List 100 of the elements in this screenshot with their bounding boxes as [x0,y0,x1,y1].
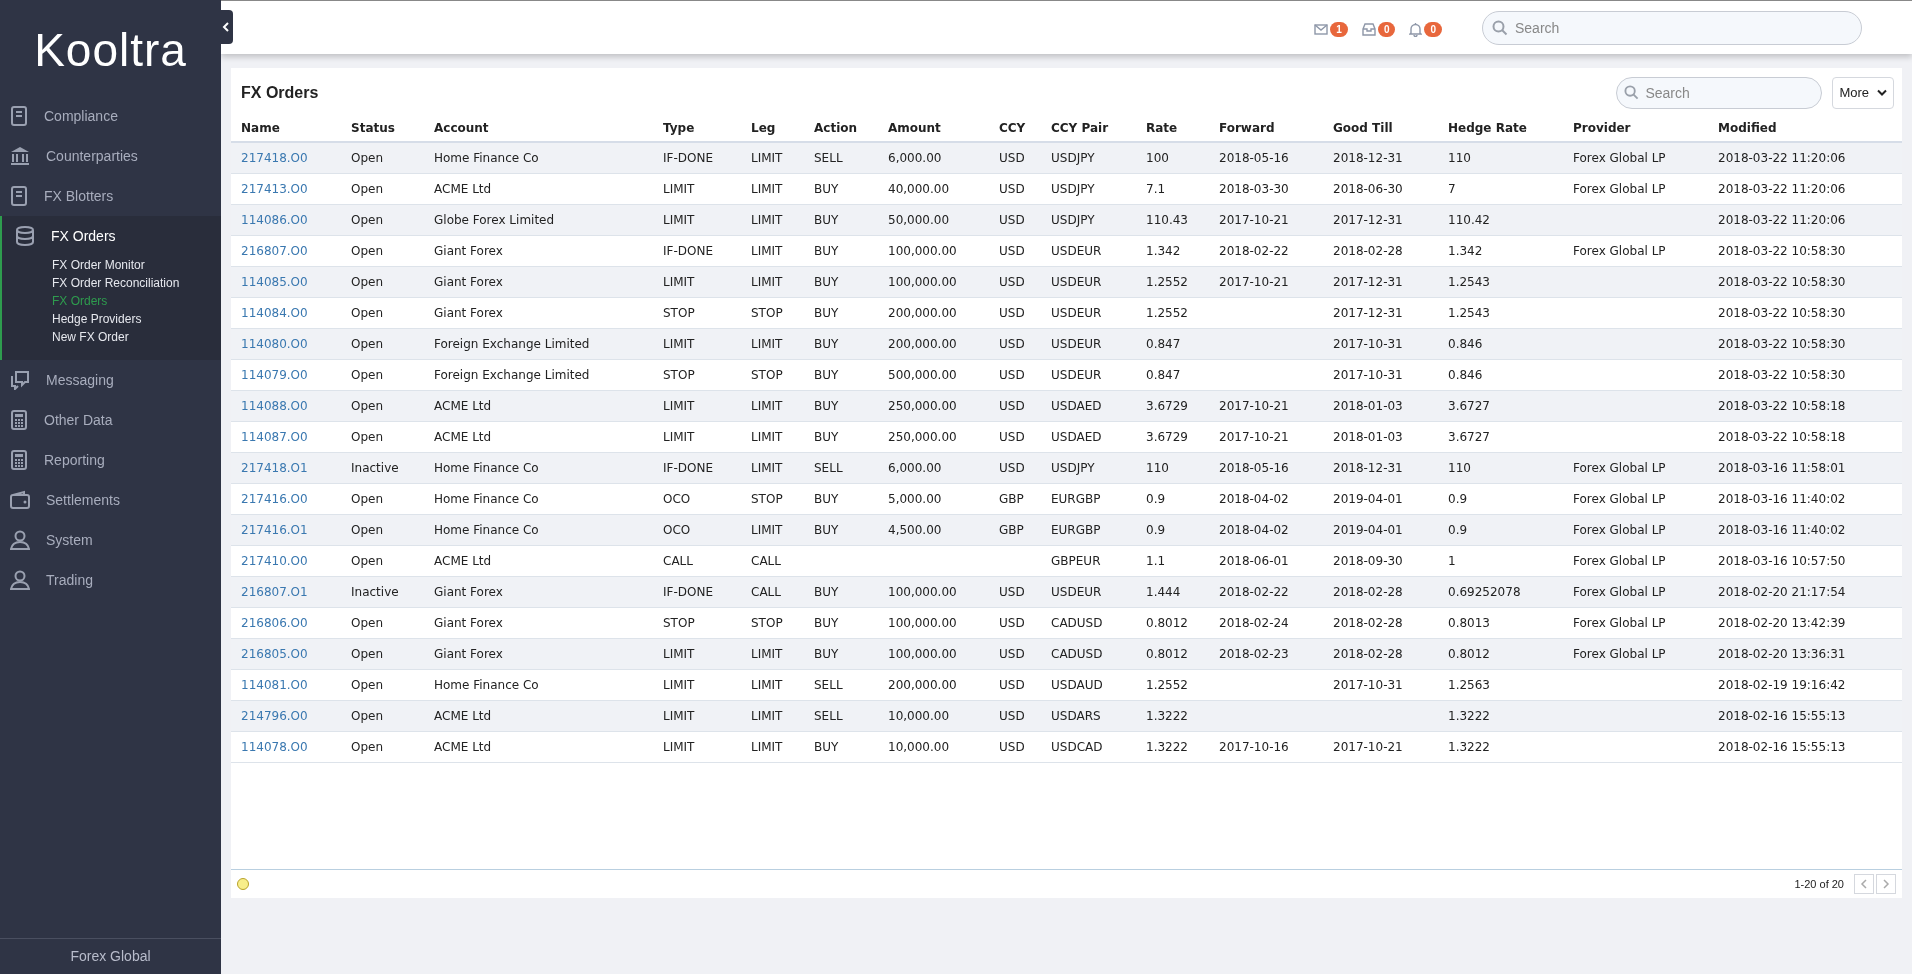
more-button[interactable]: More [1832,77,1894,109]
table-cell: USD [999,367,1025,382]
nav-item[interactable]: Compliance [0,96,221,136]
table-cell: 3.6727 [1448,429,1490,444]
nav-subitem[interactable]: Hedge Providers [52,310,142,328]
column-header[interactable]: Forward [1219,114,1333,142]
order-link[interactable]: 114080.O0 [241,336,308,351]
user-icon [10,530,30,550]
table-cell: 0.846 [1448,336,1483,351]
order-link[interactable]: 216807.O0 [241,243,308,258]
table-cell: BUY [814,522,839,537]
table-cell: GBP [999,491,1024,506]
column-header[interactable]: Account [434,114,663,142]
database-icon [15,226,35,246]
table-cell: Foreign Exchange Limited [434,336,590,351]
order-link[interactable]: 114084.O0 [241,305,308,320]
table-cell: BUY [814,336,839,351]
order-link[interactable]: 114087.O0 [241,429,308,444]
column-header[interactable]: Leg [751,114,814,142]
nav-subitem[interactable]: New FX Order [52,328,129,346]
chevron-right-icon [1882,879,1890,889]
table-cell: Open [351,212,384,227]
column-header[interactable]: Provider [1573,114,1718,142]
nav-subitem[interactable]: FX Order Reconciliation [52,274,180,292]
column-header[interactable]: Name [231,114,351,142]
nav-item[interactable]: Messaging [0,360,221,400]
column-header[interactable]: Type [663,114,751,142]
table-cell: 1.2563 [1448,677,1490,692]
nav-item[interactable]: Other Data [0,400,221,440]
column-header[interactable]: Good Till [1333,114,1448,142]
table-cell: IF-DONE [663,150,713,165]
column-header[interactable]: Hedge Rate [1448,114,1573,142]
book-icon [10,186,28,206]
order-link[interactable]: 114079.O0 [241,367,308,382]
nav-item[interactable]: Settlements [0,480,221,520]
table-cell: 2017-10-31 [1333,336,1403,351]
column-header[interactable]: Modified [1718,114,1902,142]
table-cell: LIMIT [751,708,783,723]
column-header[interactable]: Amount [888,114,999,142]
table-cell: 110 [1448,150,1471,165]
order-link[interactable]: 217410.O0 [241,553,308,568]
table-cell: 0.9 [1448,522,1468,537]
table-cell: LIMIT [751,429,783,444]
order-link[interactable]: 216806.O0 [241,615,308,630]
table-cell: GBP [999,522,1024,537]
order-link[interactable]: 114086.O0 [241,212,308,227]
order-link[interactable]: 217416.O0 [241,491,308,506]
table-cell: 100 [1146,150,1169,165]
nav-item[interactable]: Reporting [0,440,221,480]
table-cell: Open [351,181,384,196]
table-cell: Open [351,243,384,258]
nav-subitem[interactable]: FX Orders [52,292,108,310]
order-link[interactable]: 114088.O0 [241,398,308,413]
column-header[interactable]: CCY Pair [1051,114,1146,142]
order-link[interactable]: 114078.O0 [241,739,308,754]
order-link[interactable]: 214796.O0 [241,708,308,723]
nav-item[interactable]: FX Orders [2,216,221,256]
count-badge[interactable]: 0 [1424,22,1442,37]
table-cell: 1.2543 [1448,274,1490,289]
nav-subitem[interactable]: FX Order Monitor [52,256,145,274]
search-field[interactable]: Search [1616,77,1823,109]
collapse-button[interactable] [219,10,233,44]
table-cell: 2018-02-16 15:55:13 [1718,708,1846,723]
table-cell: 1.1 [1146,553,1166,568]
table-cell: 2017-10-21 [1219,212,1289,227]
order-link[interactable]: 216805.O0 [241,646,308,661]
search-field[interactable]: Search [1482,10,1862,45]
table-cell: 6,000.00 [888,150,942,165]
count-badge[interactable]: 1 [1330,22,1348,37]
order-link[interactable]: 217418.O1 [241,460,308,475]
column-header[interactable]: CCY [999,114,1051,142]
table-cell: Open [351,491,384,506]
nav-item[interactable]: Counterparties [0,136,221,176]
column-header[interactable]: Action [814,114,888,142]
order-link[interactable]: 217413.O0 [241,181,308,196]
table-cell: 2017-12-31 [1333,274,1403,289]
column-header[interactable]: Rate [1146,114,1219,142]
table-cell: ACME Ltd [434,708,492,723]
count-badge[interactable]: 0 [1377,22,1396,37]
table-cell: 250,000.00 [888,429,957,444]
nav-item[interactable]: System [0,520,221,560]
table-cell: STOP [663,615,695,630]
order-link[interactable]: 114081.O0 [241,677,308,692]
order-link[interactable]: 216807.O1 [241,584,308,599]
table-cell: 2018-03-22 10:58:30 [1718,305,1846,320]
table-cell: Forex Global LP [1573,460,1666,475]
table-cell: Forex Global LP [1573,181,1666,196]
table-cell: CADUSD [1051,646,1103,661]
order-link[interactable]: 217416.O1 [241,522,308,537]
order-link[interactable]: 114085.O0 [241,274,308,289]
table-cell: Open [351,708,384,723]
column-header[interactable]: Status [351,114,434,142]
previous-page-button[interactable] [1854,874,1874,894]
nav-item[interactable]: FX Blotters [0,176,221,216]
order-link[interactable]: 217418.O0 [241,150,308,165]
table-cell: 1.3222 [1448,708,1490,723]
table-cell: 2017-12-31 [1333,212,1403,227]
next-page-button[interactable] [1876,874,1896,894]
table-cell: IF-DONE [663,243,713,258]
nav-item[interactable]: Trading [0,560,221,600]
